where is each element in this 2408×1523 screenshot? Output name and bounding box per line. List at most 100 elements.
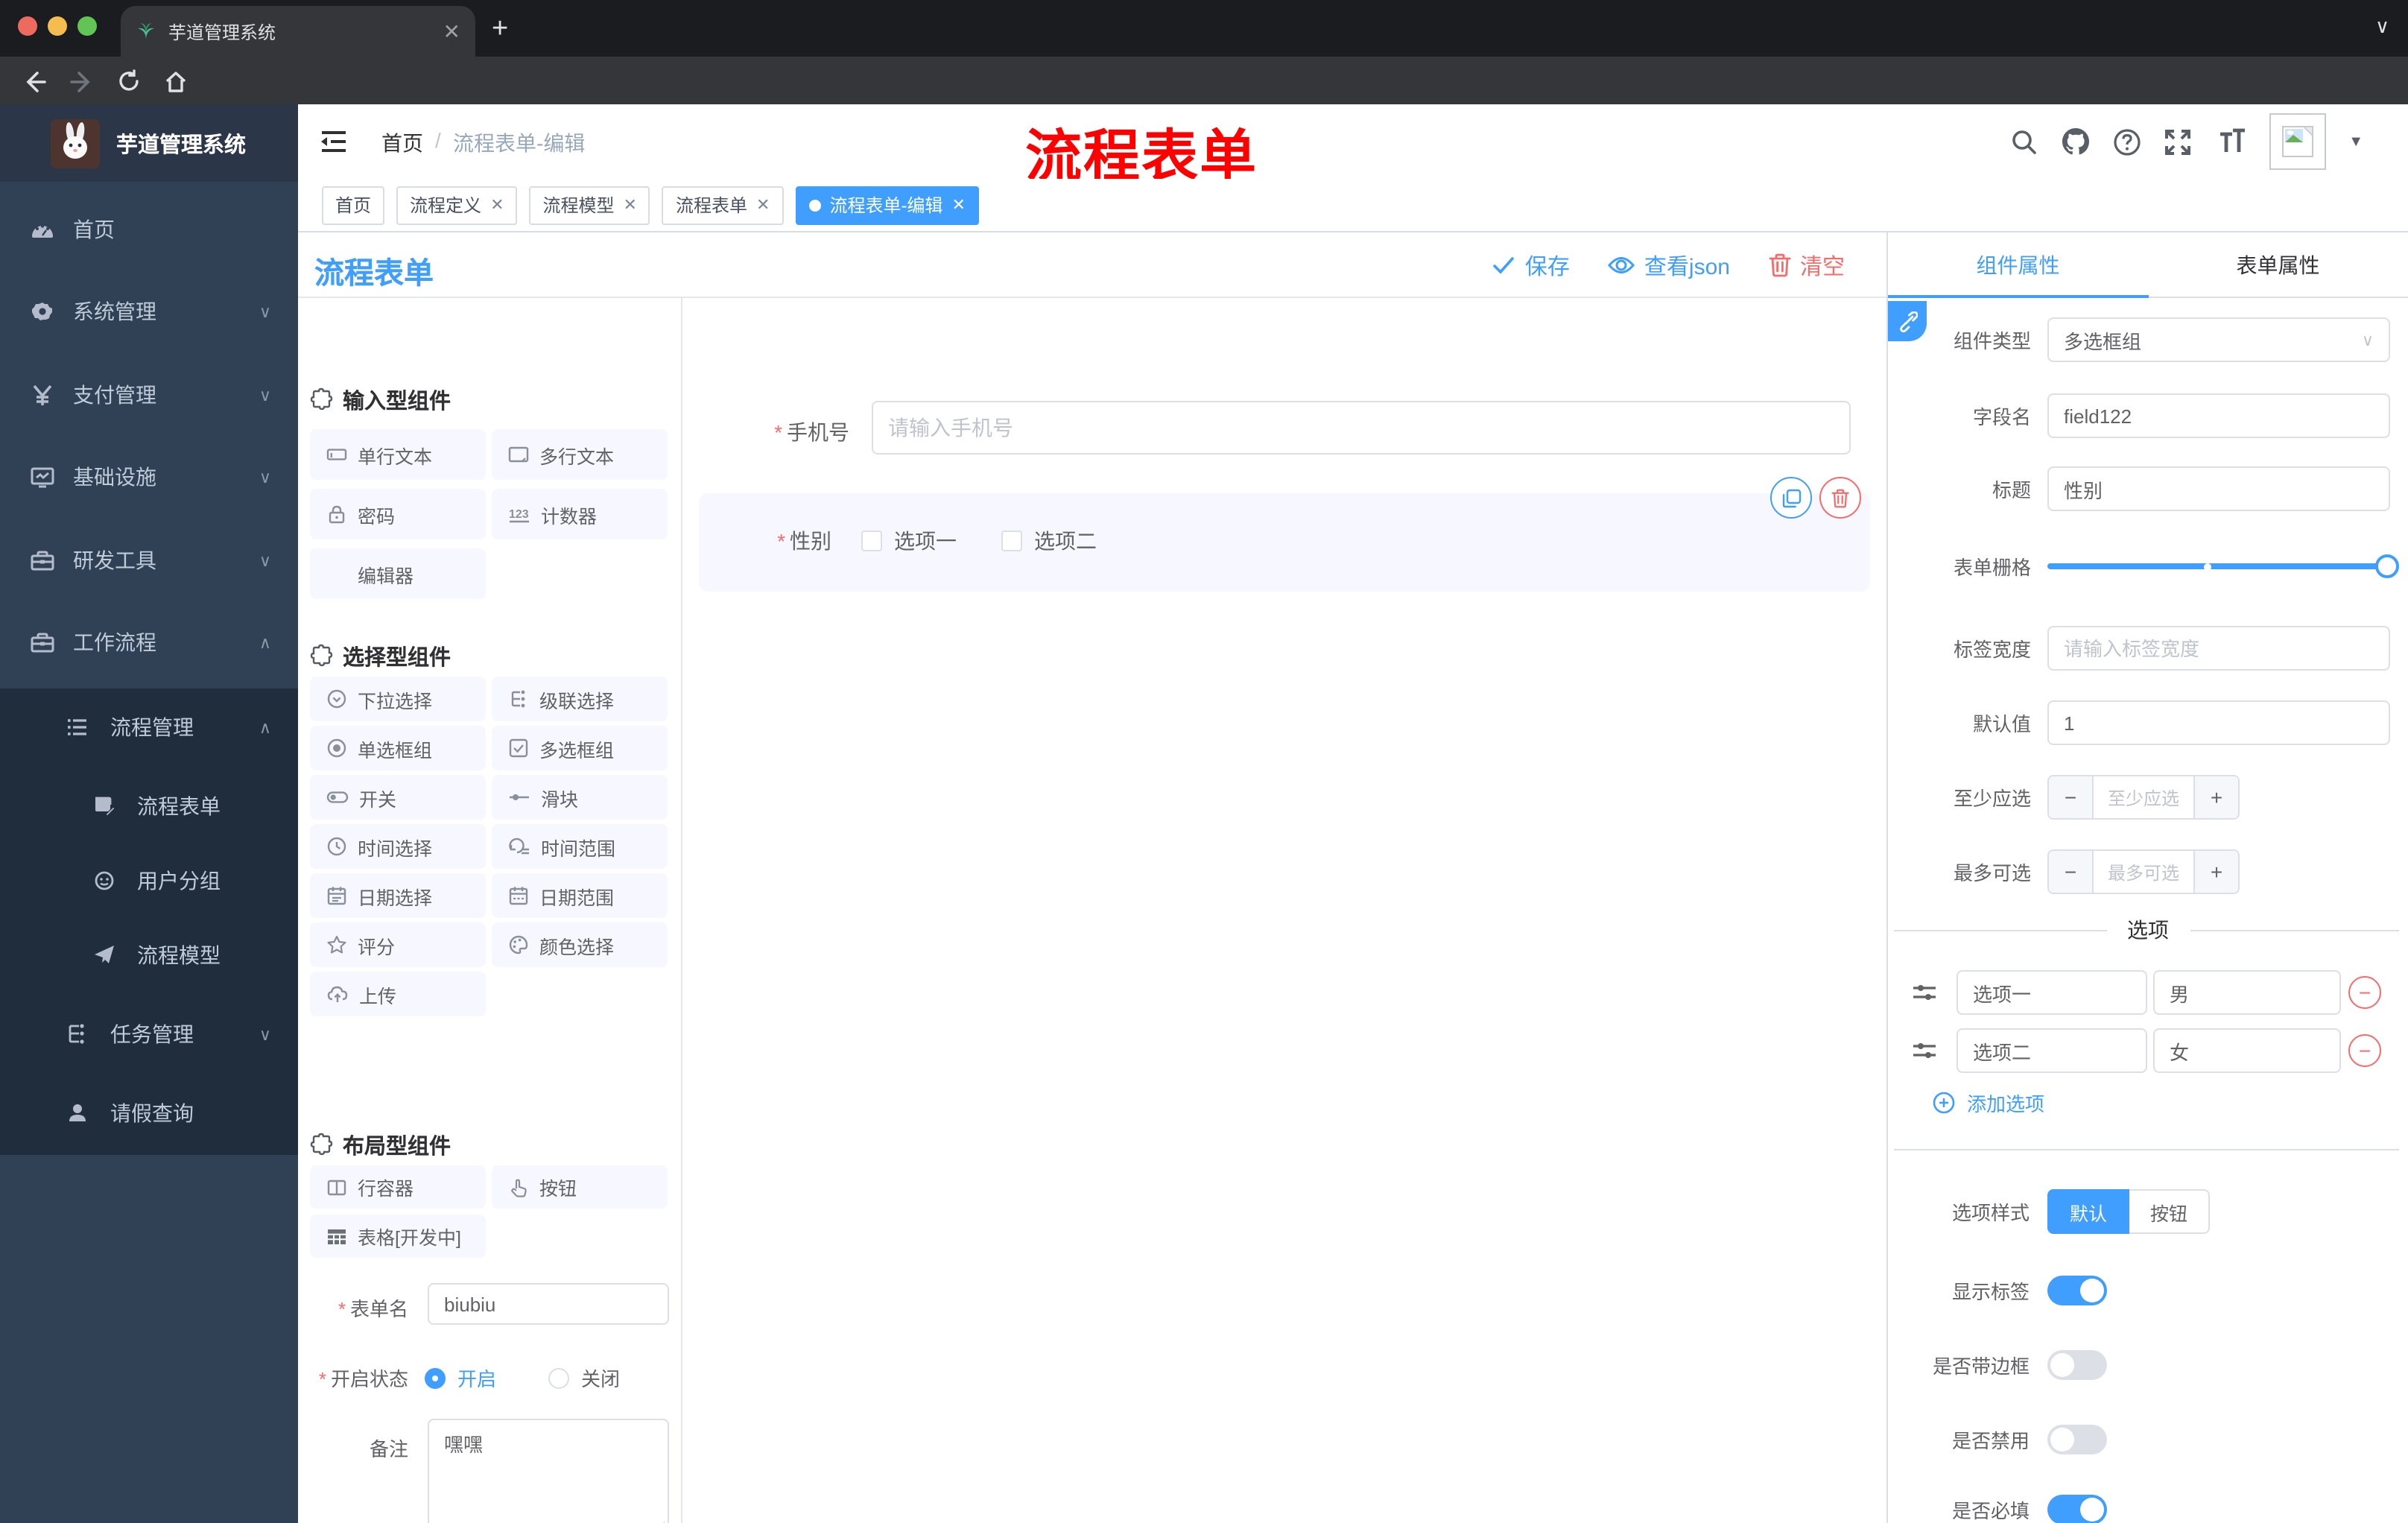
sidebar-item-payment[interactable]: 支付管理 ∨ — [0, 353, 298, 437]
tab-form-props[interactable]: 表单属性 — [2148, 232, 2408, 298]
stepper-value[interactable]: 最多可选 — [2094, 851, 2193, 893]
style-default-button[interactable]: 默认 — [2047, 1189, 2130, 1234]
search-icon[interactable] — [2010, 127, 2038, 156]
tag-process-definition[interactable]: 流程定义 ✕ — [396, 186, 518, 224]
sidebar-item-process-model[interactable]: 流程模型 — [0, 916, 298, 994]
checkbox-icon[interactable] — [1001, 531, 1022, 551]
sidebar-item-system[interactable]: 系统管理 ∨ — [0, 270, 298, 353]
component-date-range[interactable]: 日期范围 — [492, 873, 668, 918]
tag-close-icon[interactable]: ✕ — [490, 195, 504, 215]
border-switch[interactable] — [2047, 1350, 2107, 1380]
avatar-caret-icon[interactable]: ▼ — [2348, 133, 2363, 150]
component-single-text[interactable]: 单行文本 — [310, 429, 486, 480]
stepper-plus-button[interactable]: + — [2193, 851, 2238, 893]
browser-tab[interactable]: 芋道管理系统 ✕ — [121, 6, 475, 57]
tab-close-icon[interactable]: ✕ — [443, 21, 460, 42]
back-icon[interactable] — [21, 68, 48, 95]
disabled-switch[interactable] — [2047, 1425, 2107, 1454]
sidebar-item-leave-query[interactable]: 请假查询 — [0, 1074, 298, 1152]
tag-home[interactable]: 首页 — [322, 186, 385, 224]
status-radio-off[interactable]: 关闭 — [548, 1364, 620, 1392]
traffic-close-button[interactable] — [18, 16, 37, 36]
phone-field-input[interactable] — [872, 401, 1851, 455]
option-value-input[interactable] — [2153, 970, 2341, 1015]
sidebar-item-process-mgmt[interactable]: 流程管理 ∧ — [0, 688, 298, 766]
component-time-range[interactable]: 时间范围 — [492, 824, 668, 869]
tab-component-props[interactable]: 组件属性 — [1888, 232, 2148, 298]
sidebar-item-home[interactable]: 首页 — [0, 188, 298, 271]
forward-icon[interactable] — [69, 68, 95, 95]
tag-process-form[interactable]: 流程表单 ✕ — [662, 186, 784, 224]
sidebar-item-process-form[interactable]: 流程表单 — [0, 767, 298, 845]
component-color-picker[interactable]: 颜色选择 — [492, 922, 668, 967]
traffic-zoom-button[interactable] — [77, 16, 97, 36]
component-time-picker[interactable]: 时间选择 — [310, 824, 486, 869]
default-value-input[interactable] — [2047, 700, 2390, 745]
component-counter[interactable]: 123 计数器 — [492, 489, 668, 539]
tag-process-form-edit[interactable]: 流程表单-编辑 ✕ — [795, 186, 979, 224]
reload-icon[interactable] — [116, 69, 142, 94]
style-button-button[interactable]: 按钮 — [2129, 1189, 2211, 1234]
new-tab-button[interactable]: + — [492, 13, 508, 46]
option-label-input[interactable] — [1956, 1028, 2147, 1073]
stepper-plus-button[interactable]: + — [2193, 776, 2238, 818]
sidebar-item-infra[interactable]: 基础设施 ∨ — [0, 435, 298, 519]
min-select-stepper[interactable]: − 至少应选 + — [2047, 775, 2390, 820]
max-select-stepper[interactable]: − 最多可选 + — [2047, 849, 2390, 894]
status-radio-on[interactable]: 开启 — [425, 1364, 496, 1392]
option-drag-icon[interactable] — [1912, 1039, 1937, 1063]
component-multi-text[interactable]: 多行文本 — [492, 429, 668, 480]
font-size-icon[interactable] — [2214, 128, 2247, 155]
selected-component-gender[interactable]: 性别 选项一 选项二 — [699, 493, 1870, 592]
sidebar-collapse-icon[interactable] — [319, 127, 349, 156]
label-width-input[interactable] — [2047, 626, 2390, 671]
component-slider[interactable]: 滑块 — [492, 775, 668, 820]
field-name-input[interactable] — [2047, 393, 2390, 438]
add-option-button[interactable]: 添加选项 — [1933, 1089, 2044, 1117]
component-switch[interactable]: 开关 — [310, 775, 486, 820]
copy-component-button[interactable] — [1770, 477, 1812, 519]
fullscreen-icon[interactable] — [2164, 127, 2192, 156]
view-json-button[interactable]: 查看json — [1608, 250, 1730, 281]
stepper-minus-button[interactable]: − — [2049, 776, 2094, 818]
component-type-select[interactable]: 多选框组 ∨ — [2047, 317, 2390, 362]
tag-close-icon[interactable]: ✕ — [951, 195, 965, 215]
title-input[interactable] — [2047, 466, 2390, 511]
form-remark-textarea[interactable]: 嘿嘿 — [428, 1419, 669, 1523]
delete-component-button[interactable] — [1819, 477, 1861, 519]
form-grid-slider[interactable] — [2047, 554, 2399, 578]
component-upload[interactable]: 上传 — [310, 972, 486, 1016]
component-editor[interactable]: 编辑器 — [310, 548, 486, 599]
github-icon[interactable] — [2061, 127, 2091, 156]
traffic-minimize-button[interactable] — [48, 16, 67, 36]
tag-close-icon[interactable]: ✕ — [756, 195, 770, 215]
component-row-container[interactable]: 行容器 — [310, 1165, 486, 1209]
component-select[interactable]: 下拉选择 — [310, 677, 486, 721]
option-value-input[interactable] — [2153, 1028, 2341, 1073]
component-date-picker[interactable]: 日期选择 — [310, 873, 486, 918]
home-icon[interactable] — [162, 68, 189, 95]
option-drag-icon[interactable] — [1912, 981, 1937, 1004]
stepper-minus-button[interactable]: − — [2049, 851, 2094, 893]
sidebar-item-task-mgmt[interactable]: 任务管理 ∨ — [0, 995, 298, 1073]
sidebar-item-devtools[interactable]: 研发工具 ∨ — [0, 519, 298, 602]
save-button[interactable]: 保存 — [1492, 250, 1570, 281]
component-button[interactable]: 按钮 — [492, 1165, 668, 1209]
remove-option-button[interactable]: − — [2348, 976, 2381, 1009]
show-label-switch[interactable] — [2047, 1276, 2107, 1305]
sidebar-logo-row[interactable]: 芋道管理系统 — [0, 104, 298, 182]
tab-search-caret-icon[interactable]: ∨ — [2375, 15, 2389, 39]
remove-option-button[interactable]: − — [2348, 1034, 2381, 1067]
stepper-value[interactable]: 至少应选 — [2094, 776, 2193, 818]
clear-button[interactable]: 清空 — [1769, 250, 1845, 281]
component-table[interactable]: 表格[开发中] — [310, 1215, 486, 1258]
component-checkbox-group[interactable]: 多选框组 — [492, 726, 668, 770]
form-name-input[interactable] — [428, 1283, 669, 1325]
tag-close-icon[interactable]: ✕ — [624, 195, 637, 215]
component-radio-group[interactable]: 单选框组 — [310, 726, 486, 770]
avatar[interactable] — [2269, 113, 2327, 170]
tag-process-model[interactable]: 流程模型 ✕ — [529, 186, 650, 224]
help-icon[interactable] — [2113, 127, 2141, 156]
gender-option1[interactable]: 选项一 — [861, 526, 957, 556]
gender-option2[interactable]: 选项二 — [1001, 526, 1097, 556]
